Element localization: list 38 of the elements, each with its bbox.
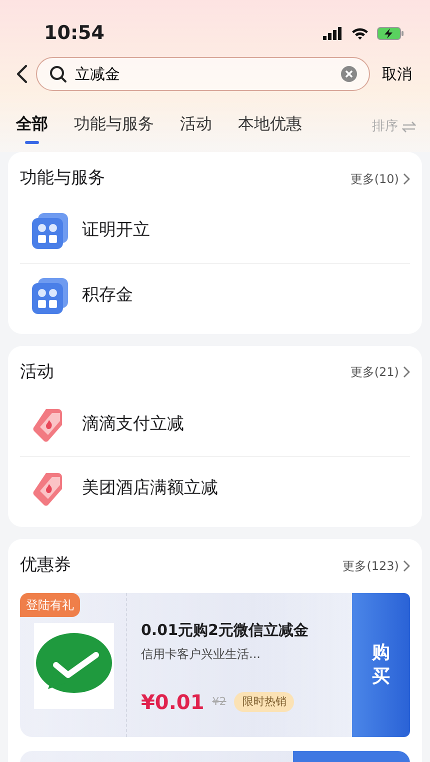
coupon-card[interactable]: 登陆有礼 0.01元购2元微信立减金 信用卡客户兴业生活... ¥0.01 ¥2 限时热销 购买 [20, 592, 410, 736]
promo-badge: 限时热销 [234, 692, 294, 712]
wifi-icon [351, 26, 369, 40]
price: ¥0.01 [141, 689, 204, 716]
coupon-title: 0.01元购2元微信立减金 [141, 620, 310, 640]
section-title: 活动 [20, 360, 54, 384]
search-field[interactable]: 立减金 [36, 57, 370, 91]
more-link[interactable]: 更多(10) [350, 170, 410, 188]
tab[interactable]: 本地优惠 [238, 112, 302, 142]
more-link[interactable]: 更多(21) [350, 363, 410, 382]
coupon-tag: 登陆有礼 [20, 592, 80, 616]
chevron-icon [403, 366, 410, 378]
list-item[interactable]: 积存金 [20, 264, 410, 328]
back-icon[interactable] [16, 64, 28, 84]
tab[interactable]: 功能与服务 [74, 112, 154, 142]
search-input[interactable]: 立减金 [75, 62, 333, 86]
app-grid-icon [32, 213, 68, 249]
coupon-subtitle: 信用卡客户兴业生活... [141, 646, 262, 663]
section-title: 优惠券 [20, 554, 71, 577]
signal-icon [323, 26, 343, 40]
section-title: 功能与服务 [20, 167, 105, 190]
list-item[interactable]: 证明开立 [20, 200, 410, 264]
status-time: 10:54 [44, 20, 104, 46]
battery-icon [377, 26, 404, 40]
chevron-icon [403, 560, 410, 572]
search-icon [49, 65, 67, 83]
tab[interactable]: 全部 [16, 112, 48, 142]
app-grid-icon [32, 278, 68, 314]
more-link[interactable]: 更多(123) [342, 556, 410, 575]
cancel-button[interactable]: 取消 [378, 62, 416, 86]
chevron-icon [403, 172, 410, 185]
clear-icon[interactable] [341, 66, 357, 82]
list-item[interactable]: 美团酒店满额立减 [20, 457, 410, 521]
original-price: ¥2 [212, 694, 226, 710]
tab[interactable]: 活动 [180, 112, 212, 142]
list-item[interactable]: 滴滴支付立减 [20, 393, 410, 457]
buy-button[interactable]: 购买 [352, 592, 410, 736]
swap-icon [402, 121, 416, 133]
